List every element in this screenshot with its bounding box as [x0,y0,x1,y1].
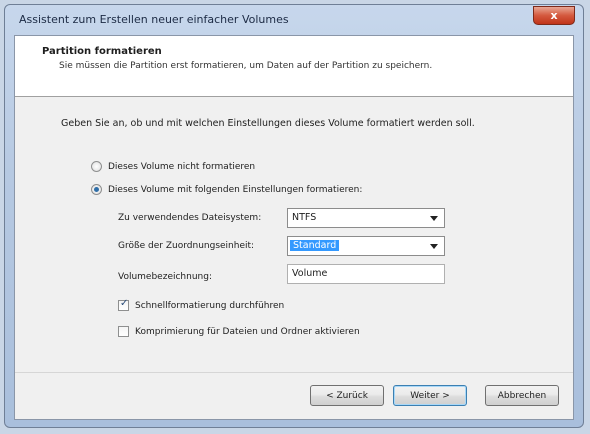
wizard-content: Partition formatieren Sie müssen die Par… [14,35,574,420]
wizard-window: Assistent zum Erstellen neuer einfacher … [4,4,584,428]
volume-label-value: Volume [292,268,328,279]
next-button[interactable]: Weiter > [393,385,467,406]
filesystem-value: NTFS [292,212,317,223]
page-subtitle: Sie müssen die Partition erst formatiere… [59,61,433,71]
radio-format-circle[interactable] [91,184,102,195]
back-button[interactable]: < Zurück [310,385,384,406]
wizard-footer: < Zurück Weiter > Abbrechen [15,372,573,419]
volume-label-label: Volumebezeichnung: [118,272,212,282]
radio-format-label: Dieses Volume mit folgenden Einstellunge… [108,184,363,195]
filesystem-label: Zu verwendendes Dateisystem: [118,213,262,223]
close-icon: x [550,9,558,22]
compression-checkbox[interactable]: Komprimierung für Dateien und Ordner akt… [118,326,360,337]
radio-no-format-circle[interactable] [91,161,102,172]
cancel-button[interactable]: Abbrechen [485,385,559,406]
allocation-dropdown[interactable]: Standard [287,236,445,256]
wizard-header: Partition formatieren Sie müssen die Par… [15,36,573,97]
chevron-down-icon [428,239,440,253]
checkmark-icon: ✓ [120,298,129,309]
intro-text: Geben Sie an, ob und mit welchen Einstel… [61,118,475,129]
chevron-down-icon [428,211,440,225]
page-title: Partition formatieren [42,46,162,57]
radio-no-format-label: Dieses Volume nicht formatieren [108,161,256,172]
filesystem-dropdown[interactable]: NTFS [287,208,445,228]
radio-format[interactable]: Dieses Volume mit folgenden Einstellunge… [91,184,362,195]
allocation-value: Standard [290,240,340,251]
compression-label: Komprimierung für Dateien und Ordner akt… [135,326,360,337]
title-bar[interactable]: Assistent zum Erstellen neuer einfacher … [5,5,583,35]
allocation-label: Größe der Zuordnungseinheit: [118,241,255,251]
quick-format-checkbox[interactable]: ✓ Schnellformatierung durchführen [118,298,285,311]
volume-label-input[interactable]: Volume [287,264,445,284]
window-title: Assistent zum Erstellen neuer einfacher … [19,13,289,26]
quick-format-box[interactable]: ✓ [118,298,129,311]
radio-no-format[interactable]: Dieses Volume nicht formatieren [91,161,255,172]
close-button[interactable]: x [533,6,575,25]
quick-format-label: Schnellformatierung durchführen [135,300,285,311]
compression-box[interactable] [118,326,129,337]
